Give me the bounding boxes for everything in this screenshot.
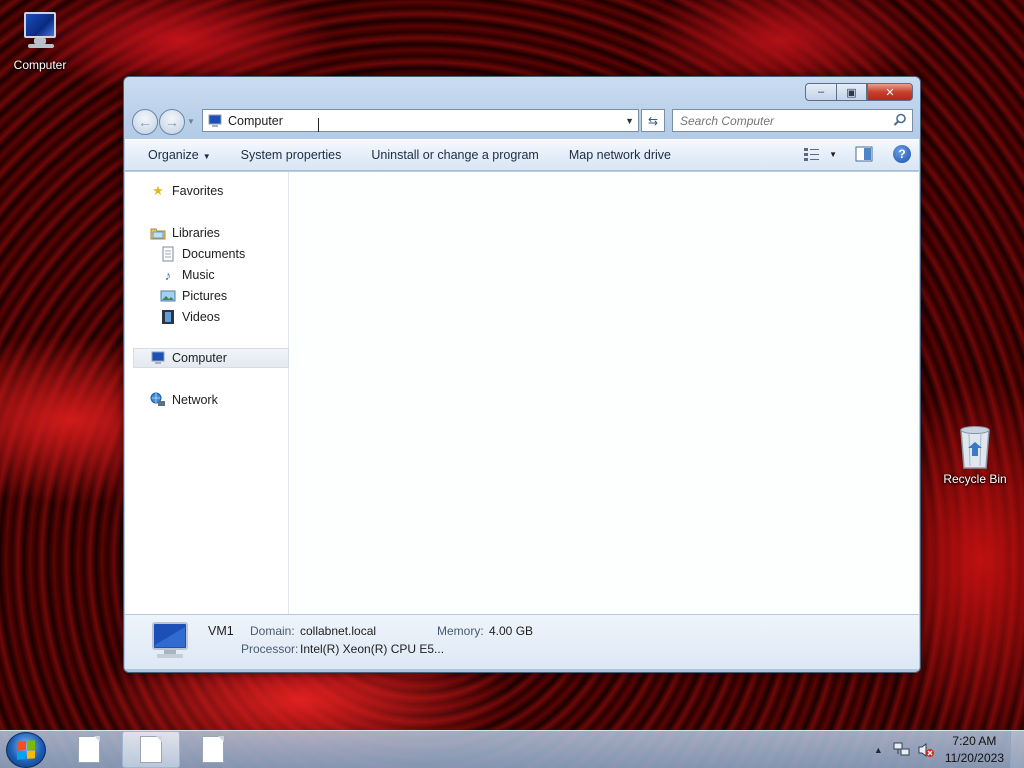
recycle-bin-icon <box>951 424 999 469</box>
nav-item-label: Videos <box>182 310 220 324</box>
view-options-icon <box>804 148 820 161</box>
pictures-icon <box>160 288 176 304</box>
back-button[interactable]: ← <box>132 109 158 135</box>
minimize-button[interactable]: ‒ <box>805 83 836 101</box>
help-icon[interactable]: ? <box>893 145 911 163</box>
search-icon <box>893 113 906 126</box>
computer-name: VM1 <box>208 624 234 638</box>
nav-item-label: Documents <box>182 247 246 261</box>
address-bar[interactable]: Computer ▼ <box>202 109 639 132</box>
desktop-icon-label: Computer <box>13 58 67 72</box>
command-bar: Organize ▼ System properties Uninstall or… <box>125 139 919 171</box>
processor-value: Intel(R) Xeon(R) CPU E5... <box>300 642 445 656</box>
videos-film-icon <box>160 309 176 325</box>
volume-muted-icon[interactable] <box>917 742 935 758</box>
search-box[interactable] <box>672 109 913 132</box>
text-cursor <box>318 118 319 132</box>
domain-value: collabnet.local <box>300 624 377 638</box>
refresh-button[interactable]: ⇆ <box>641 109 665 132</box>
desktop-icon-computer[interactable]: Computer <box>0 10 80 72</box>
system-tray: ▲ 7:20 AM 11/20/2023 <box>874 731 1024 768</box>
forward-arrow-icon: → <box>165 114 179 130</box>
computer-icon <box>150 350 166 366</box>
documents-icon <box>160 246 176 262</box>
content-area[interactable] <box>290 172 919 614</box>
document-icon <box>202 736 224 763</box>
document-icon <box>140 736 162 763</box>
desktop-icon-label: Recycle Bin <box>943 472 1007 486</box>
show-desktop-button[interactable] <box>1010 731 1024 768</box>
address-text: Computer <box>228 113 283 128</box>
nav-item-label: Libraries <box>172 226 220 240</box>
preview-pane-icon[interactable] <box>855 146 873 162</box>
nav-item-label: Network <box>172 393 218 407</box>
clock-date: 11/20/2023 <box>944 750 1004 765</box>
chevron-down-icon: ▼ <box>829 149 837 159</box>
navigation-pane: ★ Favorites Libraries Documents ♪ Music <box>125 172 289 614</box>
music-note-icon: ♪ <box>164 267 172 283</box>
search-input[interactable] <box>680 113 880 128</box>
memory-label: Memory: <box>437 624 484 638</box>
nav-item-documents[interactable]: Documents <box>160 244 245 264</box>
processor-label: Processor: <box>241 642 299 656</box>
forward-button[interactable]: → <box>159 109 185 135</box>
navigation-bar: ← → ▼ Computer ▼ ⇆ <box>130 107 913 135</box>
computer-icon <box>152 622 188 658</box>
nav-item-label: Computer <box>172 351 227 365</box>
computer-icon <box>208 114 222 127</box>
libraries-folder-icon <box>150 225 166 241</box>
nav-item-pictures[interactable]: Pictures <box>160 286 227 306</box>
explorer-body: ★ Favorites Libraries Documents ♪ Music <box>125 172 919 614</box>
nav-item-computer[interactable]: Computer <box>133 348 289 368</box>
nav-item-label: Favorites <box>172 184 224 198</box>
minimize-icon: ‒ <box>817 86 825 98</box>
show-hidden-icons-icon[interactable]: ▲ <box>874 745 883 755</box>
details-pane: VM1 Domain: collabnet.local Memory: 4.00… <box>125 614 919 669</box>
maximize-icon: ▣ <box>846 86 857 99</box>
address-dropdown-icon[interactable]: ▼ <box>625 116 634 126</box>
change-view-button[interactable]: ▼ <box>803 146 837 162</box>
clock-time: 7:20 AM <box>952 733 997 748</box>
taskbar-button-1[interactable] <box>60 731 118 768</box>
taskbar-button-3[interactable] <box>184 731 242 768</box>
document-icon <box>78 736 100 763</box>
windows-logo-icon <box>17 740 35 760</box>
taskbar: ▲ 7:20 AM 11/20/2023 <box>0 730 1024 768</box>
system-properties-button[interactable]: System properties <box>226 148 357 162</box>
organize-label: Organize <box>148 148 199 162</box>
nav-item-favorites[interactable]: ★ Favorites <box>150 181 223 201</box>
clock[interactable]: 7:20 AM 11/20/2023 <box>945 733 1004 767</box>
close-button[interactable]: ✕ <box>867 83 913 101</box>
taskbar-button-2[interactable] <box>122 731 180 768</box>
refresh-icon: ⇆ <box>647 113 659 128</box>
close-icon: ✕ <box>885 86 895 99</box>
memory-value: 4.00 GB <box>489 624 534 638</box>
map-network-drive-button[interactable]: Map network drive <box>554 148 686 162</box>
nav-item-libraries[interactable]: Libraries <box>150 223 220 243</box>
uninstall-program-button[interactable]: Uninstall or change a program <box>356 148 553 162</box>
chevron-down-icon: ▼ <box>202 152 211 161</box>
start-button[interactable] <box>6 732 46 768</box>
desktop-icon-recycle-bin[interactable]: Recycle Bin <box>935 424 1015 486</box>
explorer-window: ‒ ▣ ✕ ← → ▼ Computer ▼ ⇆ Organize▼ Sys <box>123 76 921 673</box>
nav-item-videos[interactable]: Videos <box>160 307 220 327</box>
maximize-button[interactable]: ▣ <box>836 83 867 101</box>
network-status-icon[interactable] <box>893 742 911 758</box>
nav-item-label: Music <box>182 268 215 282</box>
recent-pages-dropdown-icon[interactable]: ▼ <box>187 117 195 126</box>
domain-label: Domain: <box>250 624 295 638</box>
back-arrow-icon: ← <box>138 114 152 130</box>
nav-item-network[interactable]: Network <box>150 390 218 410</box>
star-icon: ★ <box>152 183 164 198</box>
nav-item-label: Pictures <box>182 289 228 303</box>
network-icon <box>150 392 166 408</box>
window-controls: ‒ ▣ ✕ <box>805 83 913 101</box>
organize-menu[interactable]: Organize ▼ <box>125 148 226 162</box>
nav-item-music[interactable]: ♪ Music <box>160 265 215 285</box>
computer-icon <box>16 10 64 54</box>
